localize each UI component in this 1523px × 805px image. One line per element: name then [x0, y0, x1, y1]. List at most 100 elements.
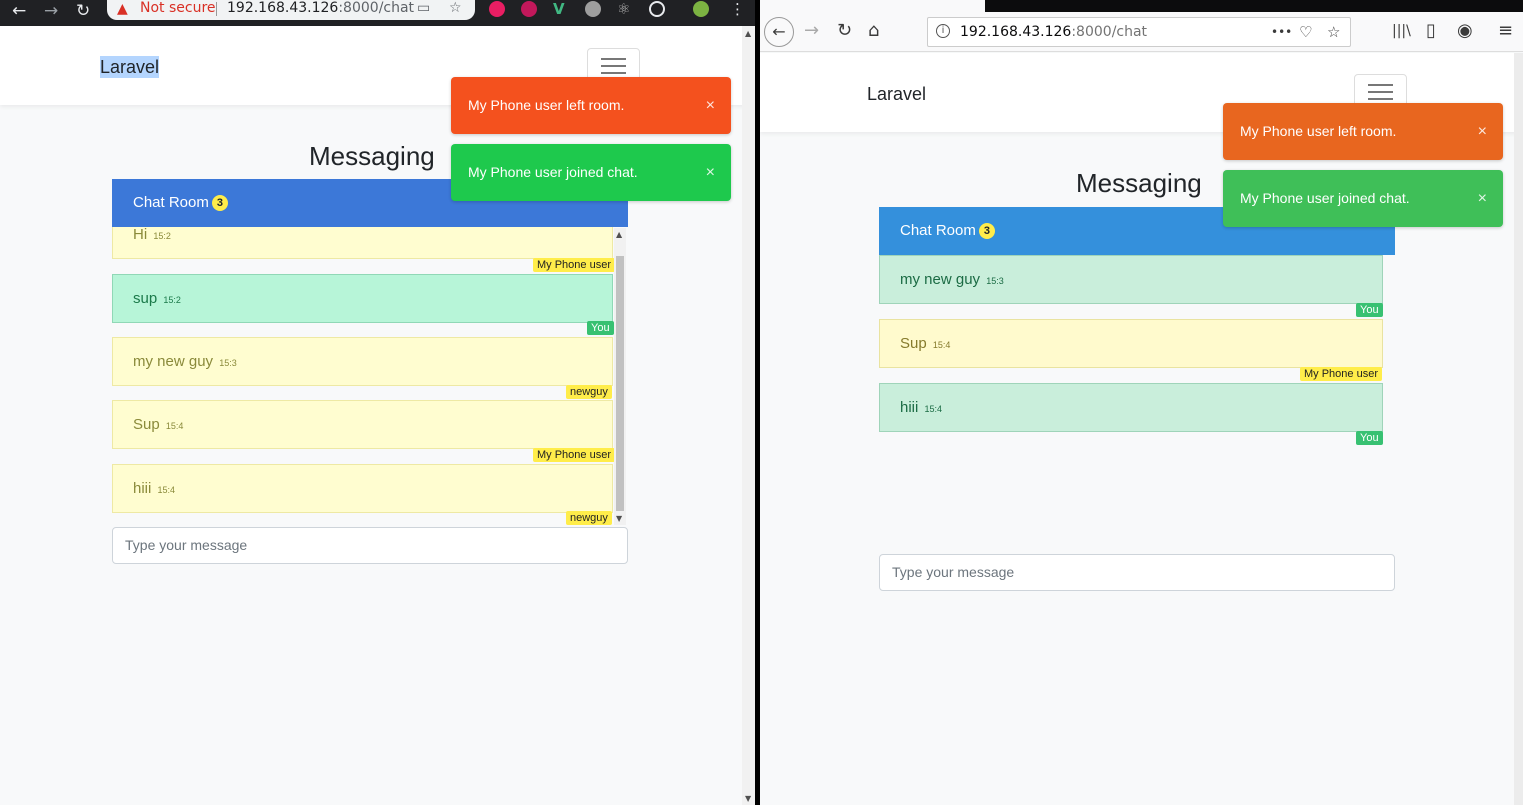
url-text: 192.168.43.126:8000/chat — [227, 0, 414, 17]
reload-icon[interactable]: ↻ — [837, 20, 852, 42]
pocket-icon[interactable]: ♡ — [1299, 23, 1312, 41]
scrollbar-thumb[interactable] — [616, 256, 624, 511]
toast-left-room: My Phone user left room. × — [451, 77, 731, 134]
address-bar[interactable]: i 192.168.43.126:8000/chat ••• ♡ ☆ — [927, 17, 1351, 47]
message-time: 15:2 — [163, 295, 181, 305]
close-icon[interactable]: × — [1478, 170, 1487, 227]
message-text: Sup — [900, 335, 927, 352]
url-path: :8000/chat — [338, 0, 415, 16]
security-label[interactable]: Not secure — [140, 0, 216, 17]
warning-icon: ▲ — [117, 1, 128, 17]
sender-tag: My Phone user — [533, 448, 615, 462]
hamburger-icon — [1368, 91, 1393, 93]
page-scrollbar[interactable]: ▲ ▼ — [742, 26, 755, 805]
message-time: 15:2 — [153, 231, 171, 241]
firefox-window: ← → ↻ ⌂ i 192.168.43.126:8000/chat ••• ♡… — [760, 0, 1523, 805]
user-count-badge: 3 — [978, 223, 995, 239]
page-actions-icon[interactable]: ••• — [1271, 23, 1292, 41]
message-text: hiii — [900, 399, 919, 416]
extension-target-icon[interactable] — [649, 1, 665, 17]
message-text: my new guy — [900, 271, 981, 288]
message-text: Sup — [133, 416, 160, 433]
cast-icon[interactable]: ▭ — [417, 0, 430, 17]
forward-arrow-icon[interactable]: → — [44, 1, 58, 21]
url-path: :8000/chat — [1071, 24, 1148, 40]
firefox-toolbar: ← → ↻ ⌂ i 192.168.43.126:8000/chat ••• ♡… — [760, 12, 1523, 52]
chat-room-label: Chat Room — [900, 222, 976, 239]
hamburger-icon — [1368, 98, 1393, 100]
sender-tag: You — [1356, 431, 1383, 445]
hamburger-icon — [601, 58, 626, 60]
extension-hex-icon[interactable] — [585, 1, 601, 17]
toast-message: My Phone user joined chat. — [468, 164, 638, 180]
message-input[interactable]: Type your message — [112, 527, 628, 564]
sidebar-icon[interactable]: ▯ — [1426, 20, 1436, 42]
forward-arrow-icon[interactable]: → — [804, 20, 819, 42]
extension-c-icon[interactable] — [489, 1, 505, 17]
star-icon[interactable]: ☆ — [449, 0, 462, 17]
vue-devtools-icon[interactable]: V — [553, 0, 565, 18]
message-text: my new guy — [133, 353, 214, 370]
close-icon[interactable]: × — [1478, 103, 1487, 160]
brand-link[interactable]: Laravel — [100, 56, 160, 78]
message-time: 15:4 — [165, 421, 184, 431]
sender-tag: You — [587, 321, 614, 335]
back-arrow-icon[interactable]: ← — [764, 17, 794, 47]
message-time: 15:3 — [986, 276, 1004, 286]
brand-link[interactable]: Laravel — [867, 83, 926, 105]
message-bubble: sup 15:2 — [112, 274, 613, 323]
info-icon[interactable]: i — [936, 24, 950, 38]
toast-joined-chat: My Phone user joined chat. × — [1223, 170, 1503, 227]
account-icon[interactable]: ◉ — [1457, 20, 1473, 42]
chrome-toolbar: ← → ↻ ▲ Not secure 192.168.43.126:8000/c… — [0, 0, 755, 26]
hamburger-menu-icon[interactable]: ≡ — [1498, 20, 1513, 42]
scroll-up-arrow-icon[interactable]: ▲ — [745, 29, 751, 39]
profile-avatar-icon[interactable] — [693, 1, 709, 17]
hamburger-icon — [601, 65, 626, 67]
url-host: 192.168.43.126 — [960, 24, 1072, 40]
extension-gear-icon[interactable] — [521, 1, 537, 17]
message-text: Hi — [133, 226, 148, 243]
library-icon[interactable]: |||\ — [1392, 20, 1411, 42]
toast-message: My Phone user left room. — [468, 97, 625, 113]
toast-message: My Phone user joined chat. — [1240, 190, 1410, 206]
close-icon[interactable]: × — [706, 144, 715, 201]
page-scrollbar[interactable] — [1514, 53, 1523, 805]
url-host: 192.168.43.126 — [227, 0, 339, 16]
scroll-down-arrow-icon[interactable]: ▼ — [616, 514, 622, 524]
scroll-down-arrow-icon[interactable]: ▼ — [745, 794, 751, 804]
chrome-menu-icon[interactable]: ⋮ — [730, 0, 745, 18]
sender-tag: newguy — [566, 385, 612, 399]
message-bubble: my new guy 15:3 — [879, 255, 1383, 304]
messages-scrollbar[interactable]: ▲ ▼ — [614, 228, 626, 525]
sender-tag: newguy — [566, 511, 612, 525]
message-bubble: hiii 15:4 — [879, 383, 1383, 432]
chrome-window: ← → ↻ ▲ Not secure 192.168.43.126:8000/c… — [0, 0, 755, 805]
star-icon[interactable]: ☆ — [1327, 23, 1340, 41]
message-bubble: Sup 15:4 — [112, 400, 613, 449]
scroll-up-arrow-icon[interactable]: ▲ — [616, 230, 622, 240]
reload-icon[interactable]: ↻ — [76, 1, 90, 21]
tab-strip — [760, 0, 1523, 12]
message-bubble: my new guy 15:3 — [112, 337, 613, 386]
message-time: 15:4 — [157, 485, 176, 495]
sender-tag: You — [1356, 303, 1383, 317]
message-text: sup — [133, 290, 158, 307]
user-count-badge: 3 — [211, 195, 228, 211]
back-arrow-icon[interactable]: ← — [12, 1, 26, 21]
home-icon[interactable]: ⌂ — [868, 20, 879, 42]
hamburger-icon — [1368, 84, 1393, 86]
message-input[interactable]: Type your message — [879, 554, 1395, 591]
active-tab[interactable] — [760, 0, 985, 12]
sender-tag: My Phone user — [1300, 367, 1382, 381]
address-bar[interactable]: ▲ Not secure 192.168.43.126:8000/chat ▭ … — [107, 0, 475, 20]
close-icon[interactable]: × — [706, 77, 715, 134]
chat-room-label: Chat Room — [133, 194, 209, 211]
message-time: 15:4 — [932, 340, 951, 350]
message-time: 15:3 — [219, 358, 237, 368]
message-bubble: Sup 15:4 — [879, 319, 1383, 368]
toast-left-room: My Phone user left room. × — [1223, 103, 1503, 160]
react-devtools-icon[interactable]: ⚛ — [617, 0, 630, 18]
hamburger-icon — [601, 72, 626, 74]
toast-message: My Phone user left room. — [1240, 123, 1397, 139]
